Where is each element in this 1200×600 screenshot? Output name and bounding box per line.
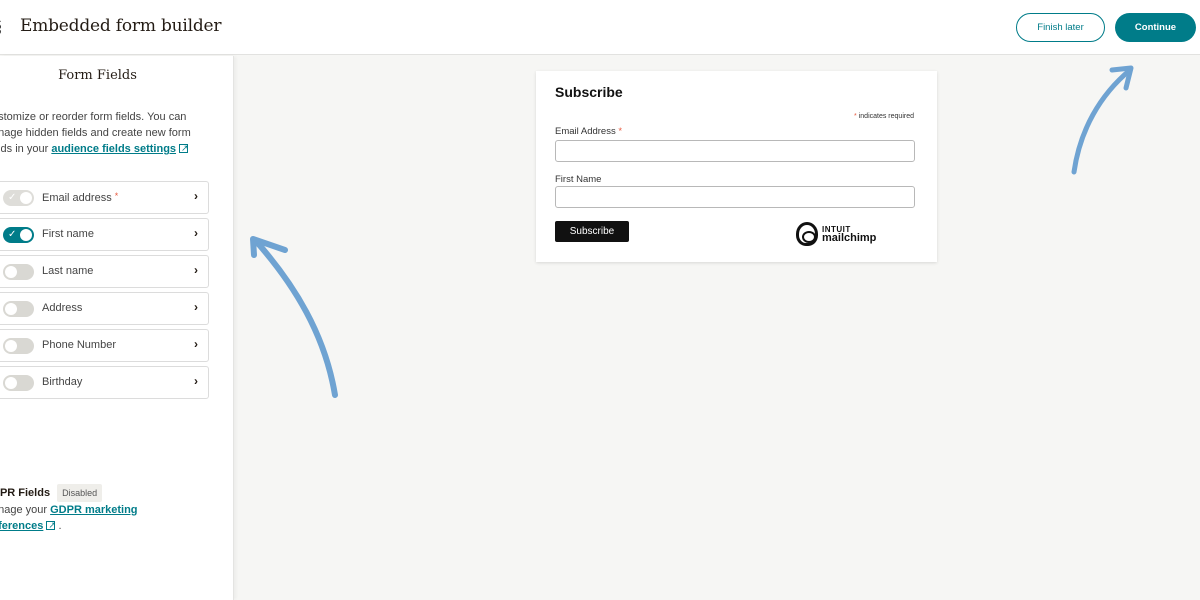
toggle-knob (5, 377, 17, 389)
required-note-text: indicates required (858, 113, 914, 120)
sidebar-description: ustomize or reorder form fields. You can… (0, 109, 214, 157)
desc-line: anage hidden fields and create new form (0, 127, 191, 139)
logo-text-bottom: mailchimp (822, 232, 877, 244)
mailchimp-logo-icon: § (0, 16, 6, 38)
chevron-right-icon[interactable]: › (194, 337, 198, 351)
gdpr-title: DPR Fields (0, 487, 51, 499)
first-name-input[interactable] (555, 186, 915, 208)
form-preview-card: Subscribe * indicates required Email Add… (536, 71, 937, 262)
form-fields-sidebar: Form Fields ustomize or reorder form fie… (0, 56, 234, 600)
field-list: ✓ Email address * › ✓ First name › Last n… (0, 181, 209, 403)
toggle-knob (5, 340, 17, 352)
external-link-icon (179, 140, 189, 156)
field-row-last-name[interactable]: Last name › (0, 255, 209, 288)
field-row-first-name[interactable]: ✓ First name › (0, 218, 209, 251)
gdpr-suffix: . (58, 520, 62, 532)
field-label: Email address * (42, 191, 118, 204)
field-label-text: Email address (42, 192, 112, 204)
email-address-label: Email Address * (555, 126, 622, 137)
check-icon: ✓ (8, 192, 17, 203)
gdpr-line: anage your GDPR marketing (0, 502, 212, 518)
first-name-label: First Name (555, 174, 602, 185)
desc-line: elds in your audience fields settings (0, 140, 214, 157)
intuit-mailchimp-logo: INTUIT mailchimp (796, 222, 876, 246)
field-row-address[interactable]: Address › (0, 292, 209, 325)
gdpr-line: eferences . (0, 517, 212, 534)
freddie-logo-icon (796, 222, 818, 246)
logo-text: INTUIT mailchimp (822, 225, 877, 244)
gdpr-marketing-link[interactable]: GDPR marketing (50, 504, 137, 516)
field-label: First name (42, 228, 94, 240)
chevron-right-icon[interactable]: › (194, 189, 198, 203)
form-title: Subscribe (555, 84, 623, 100)
finish-later-button[interactable]: Finish later (1016, 13, 1105, 42)
chevron-right-icon[interactable]: › (194, 263, 198, 277)
required-star-icon: * (618, 126, 623, 137)
check-icon: ✓ (8, 229, 17, 240)
email-address-input[interactable] (555, 140, 915, 162)
toggle-knob (5, 266, 17, 278)
annotation-arrow-left-icon (250, 236, 338, 398)
subscribe-button[interactable]: Subscribe (555, 221, 629, 242)
toggle-knob (20, 192, 32, 204)
gdpr-preferences-link[interactable]: eferences (0, 520, 43, 532)
gdpr-section: DPR Fields Disabled anage your GDPR mark… (0, 484, 212, 534)
toggle-switch[interactable] (3, 301, 34, 317)
toggle-switch[interactable] (3, 375, 34, 391)
label-text: Email Address (555, 126, 616, 137)
chevron-right-icon[interactable]: › (194, 300, 198, 314)
chevron-right-icon[interactable]: › (194, 374, 198, 388)
status-badge: Disabled (57, 484, 103, 502)
external-link-icon (46, 517, 56, 533)
desc-line: ustomize or reorder form fields. You can (0, 111, 187, 123)
chevron-right-icon[interactable]: › (194, 226, 198, 240)
field-label: Last name (42, 265, 94, 277)
required-note: * indicates required (854, 113, 914, 120)
toggle-switch[interactable] (3, 264, 34, 280)
field-row-email-address[interactable]: ✓ Email address * › (0, 181, 209, 214)
field-label: Phone Number (42, 339, 116, 351)
required-star-icon: * (114, 191, 119, 201)
toggle-switch[interactable] (3, 338, 34, 354)
field-row-phone-number[interactable]: Phone Number › (0, 329, 209, 362)
sidebar-title: Form Fields (58, 68, 137, 83)
app-title: Embedded form builder (20, 16, 222, 36)
toggle-switch: ✓ (3, 190, 34, 206)
desc-line-text: elds in your (0, 143, 49, 155)
annotation-arrow-right-icon (1071, 65, 1134, 175)
toggle-switch[interactable]: ✓ (3, 227, 34, 243)
gdpr-prefix: anage your (0, 504, 48, 516)
top-header: § Embedded form builder Finish later Con… (0, 0, 1200, 55)
gdpr-heading: DPR Fields Disabled (0, 484, 212, 502)
field-row-birthday[interactable]: Birthday › (0, 366, 209, 399)
required-star-icon: * (854, 113, 857, 120)
toggle-knob (5, 303, 17, 315)
field-label: Address (42, 302, 83, 314)
audience-fields-settings-link[interactable]: audience fields settings (51, 143, 176, 155)
toggle-knob (20, 229, 32, 241)
continue-button[interactable]: Continue (1115, 13, 1196, 42)
field-label: Birthday (42, 376, 83, 388)
